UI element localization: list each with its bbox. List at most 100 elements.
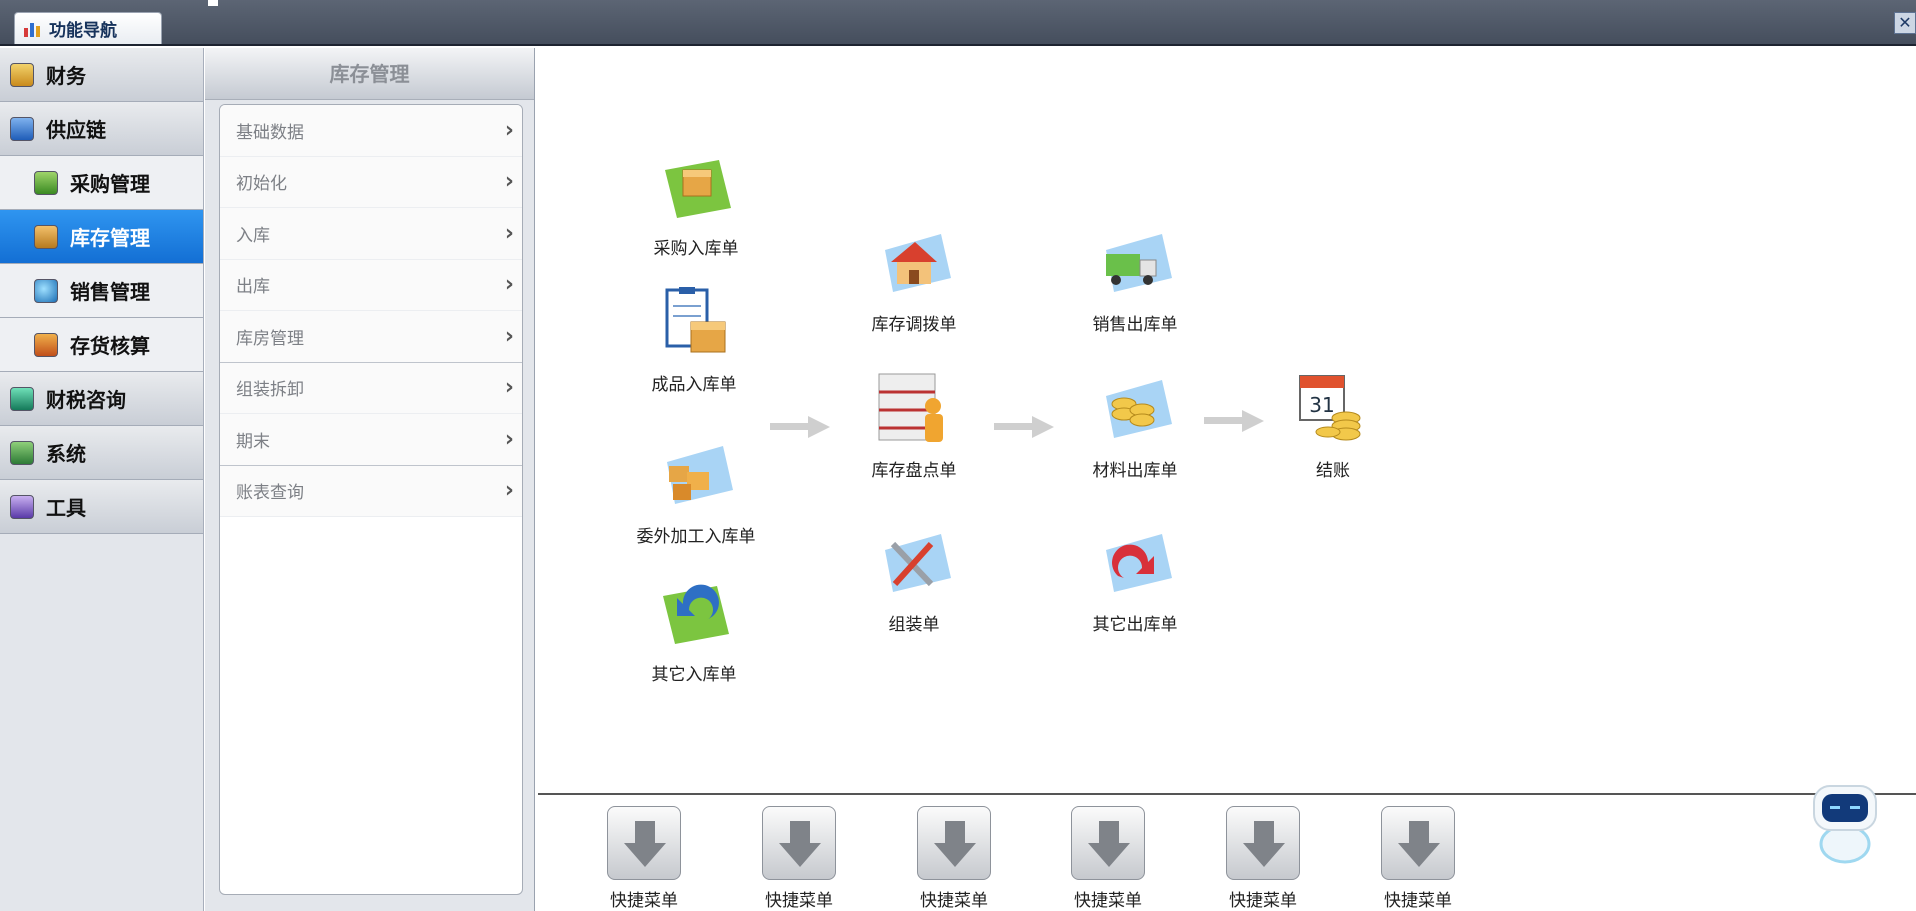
sidebar-item-supply-chain[interactable]: 供应链 (0, 102, 203, 156)
flow-node-label: 其它入库单 (651, 665, 737, 685)
download-arrow-icon (762, 806, 836, 880)
flow-node-inventory-count[interactable]: 库存盘点单 (844, 372, 984, 481)
submenu-item-label: 入库 (236, 225, 270, 246)
submenu-item-label: 库房管理 (236, 328, 304, 349)
finished-goods-clipboard-icon (665, 287, 726, 353)
closing-calendar-coins-icon: 31 (1299, 375, 1361, 441)
submenu-item-label: 期末 (236, 431, 270, 452)
quick-menu-label: 快捷菜单 (610, 891, 678, 911)
sidebar-item-label: 财务 (46, 64, 86, 88)
quick-menu-label: 快捷菜单 (1384, 891, 1452, 911)
flow-node-label: 材料出库单 (1092, 461, 1178, 481)
other-outbound-arrow-icon (1106, 534, 1172, 592)
sidebar-item-inventory-management[interactable]: 库存管理 (0, 210, 203, 264)
submenu-panel: 库存管理 基础数据 › 初始化 › 入库 › 出库 › 库房管理 › 组装拆卸 … (205, 48, 535, 911)
quick-menu-label: 快捷菜单 (1229, 891, 1297, 911)
sidebar: 财务 供应链 采购管理 库存管理 销售管理 存货核算 财税咨询 系统 工具 (0, 48, 204, 911)
chevron-right-icon: › (504, 220, 514, 246)
submenu-item-initialization[interactable]: 初始化 › (220, 156, 522, 208)
sidebar-item-tax-consulting[interactable]: 财税咨询 (0, 372, 203, 426)
title-fragment (208, 0, 218, 6)
flow-node-assembly[interactable]: 组装单 (844, 526, 984, 635)
inventory-count-shelf-icon (878, 373, 943, 442)
flow-node-inventory-transfer[interactable]: 库存调拨单 (844, 226, 984, 335)
flow-node-closing[interactable]: 31 结账 (1263, 372, 1403, 481)
submenu-item-label: 初始化 (236, 174, 287, 195)
quick-menu-button[interactable]: 快捷菜单 (1058, 806, 1158, 911)
sidebar-item-label: 供应链 (46, 118, 106, 142)
submenu-item-basic-data[interactable]: 基础数据 › (220, 105, 522, 157)
sales-outbound-truck-icon (1106, 234, 1172, 292)
inventory-box-icon (34, 224, 58, 249)
sidebar-item-label: 销售管理 (70, 280, 150, 304)
flow-node-label: 成品入库单 (651, 375, 737, 395)
flow-arrow (994, 416, 1054, 438)
quick-menu-label: 快捷菜单 (1074, 891, 1142, 911)
sidebar-item-label: 财税咨询 (46, 388, 126, 412)
submenu-item-period-end[interactable]: 期末 › (220, 414, 522, 466)
sidebar-item-system[interactable]: 系统 (0, 426, 203, 480)
download-arrow-icon (607, 806, 681, 880)
submenu-item-label: 基础数据 (236, 122, 304, 143)
flow-node-material-outbound[interactable]: 材料出库单 (1065, 372, 1205, 481)
material-outbound-coins-icon (1106, 380, 1172, 438)
tab-label: 功能导航 (49, 21, 117, 41)
flow-node-label: 采购入库单 (653, 239, 739, 259)
flow-node-label: 库存盘点单 (871, 461, 957, 481)
download-arrow-icon (917, 806, 991, 880)
quick-menu-button[interactable]: 快捷菜单 (1368, 806, 1468, 911)
sidebar-item-sales-management[interactable]: 销售管理 (0, 264, 203, 318)
submenu-item-label: 账表查询 (236, 483, 304, 504)
quick-menu-button[interactable]: 快捷菜单 (1213, 806, 1313, 911)
download-arrow-icon (1226, 806, 1300, 880)
close-icon[interactable]: ✕ (1894, 12, 1916, 34)
sidebar-item-stock-accounting[interactable]: 存货核算 (0, 318, 203, 372)
flow-node-purchase-inbound[interactable]: 采购入库单 (626, 150, 766, 259)
section-divider (538, 793, 1916, 795)
purchase-icon (34, 170, 58, 195)
robot-assistant-icon[interactable] (1800, 778, 1890, 868)
chevron-right-icon: › (504, 272, 514, 298)
sidebar-item-label: 库存管理 (70, 226, 150, 250)
tab-function-navigation[interactable]: 功能导航 (14, 12, 162, 44)
top-bar: 功能导航 ✕ (0, 0, 1916, 46)
quick-menu-button[interactable]: 快捷菜单 (904, 806, 1004, 911)
flow-node-label: 其它出库单 (1092, 615, 1178, 635)
submenu-item-assembly-disassembly[interactable]: 组装拆卸 › (220, 362, 522, 414)
tax-consult-icon (10, 386, 34, 411)
sidebar-item-purchase-management[interactable]: 采购管理 (0, 156, 203, 210)
submenu-item-label: 出库 (236, 277, 270, 298)
chevron-right-icon: › (504, 169, 514, 195)
flow-node-outsourced-inbound[interactable]: 委外加工入库单 (626, 438, 766, 547)
other-inbound-return-icon (663, 584, 729, 644)
flow-node-sales-outbound[interactable]: 销售出库单 (1065, 226, 1205, 335)
sidebar-item-label: 系统 (46, 442, 86, 466)
submenu-item-report-query[interactable]: 账表查询 › (220, 465, 522, 517)
quick-menu-button[interactable]: 快捷菜单 (749, 806, 849, 911)
system-monitor-icon (10, 440, 34, 465)
chevron-right-icon: › (504, 426, 514, 452)
purchase-inbound-box-icon (665, 160, 731, 218)
sidebar-item-finance[interactable]: 财务 (0, 48, 203, 102)
flow-arrow (1204, 410, 1264, 432)
submenu-item-warehouse-management[interactable]: 库房管理 › (220, 311, 522, 363)
sidebar-item-tools[interactable]: 工具 (0, 480, 203, 534)
chevron-right-icon: › (504, 478, 514, 504)
flow-node-label: 委外加工入库单 (636, 527, 756, 547)
outsourced-processing-icon (667, 446, 733, 504)
flow-node-other-inbound[interactable]: 其它入库单 (624, 576, 764, 685)
flow-arrow (770, 416, 830, 438)
submenu-item-outbound[interactable]: 出库 › (220, 259, 522, 311)
chevron-right-icon: › (504, 323, 514, 349)
flow-node-other-outbound[interactable]: 其它出库单 (1065, 526, 1205, 635)
flow-node-finished-goods-inbound[interactable]: 成品入库单 (624, 286, 764, 395)
quick-menu-button[interactable]: 快捷菜单 (594, 806, 694, 911)
tools-icon (10, 494, 34, 519)
sales-globe-icon (34, 278, 58, 303)
sidebar-item-label: 存货核算 (70, 334, 150, 358)
flow-node-label: 组装单 (888, 615, 940, 635)
submenu-list: 基础数据 › 初始化 › 入库 › 出库 › 库房管理 › 组装拆卸 › 期末 … (219, 104, 523, 895)
submenu-item-inbound[interactable]: 入库 › (220, 208, 522, 260)
finance-icon (10, 62, 34, 87)
sidebar-item-label: 工具 (46, 496, 86, 520)
